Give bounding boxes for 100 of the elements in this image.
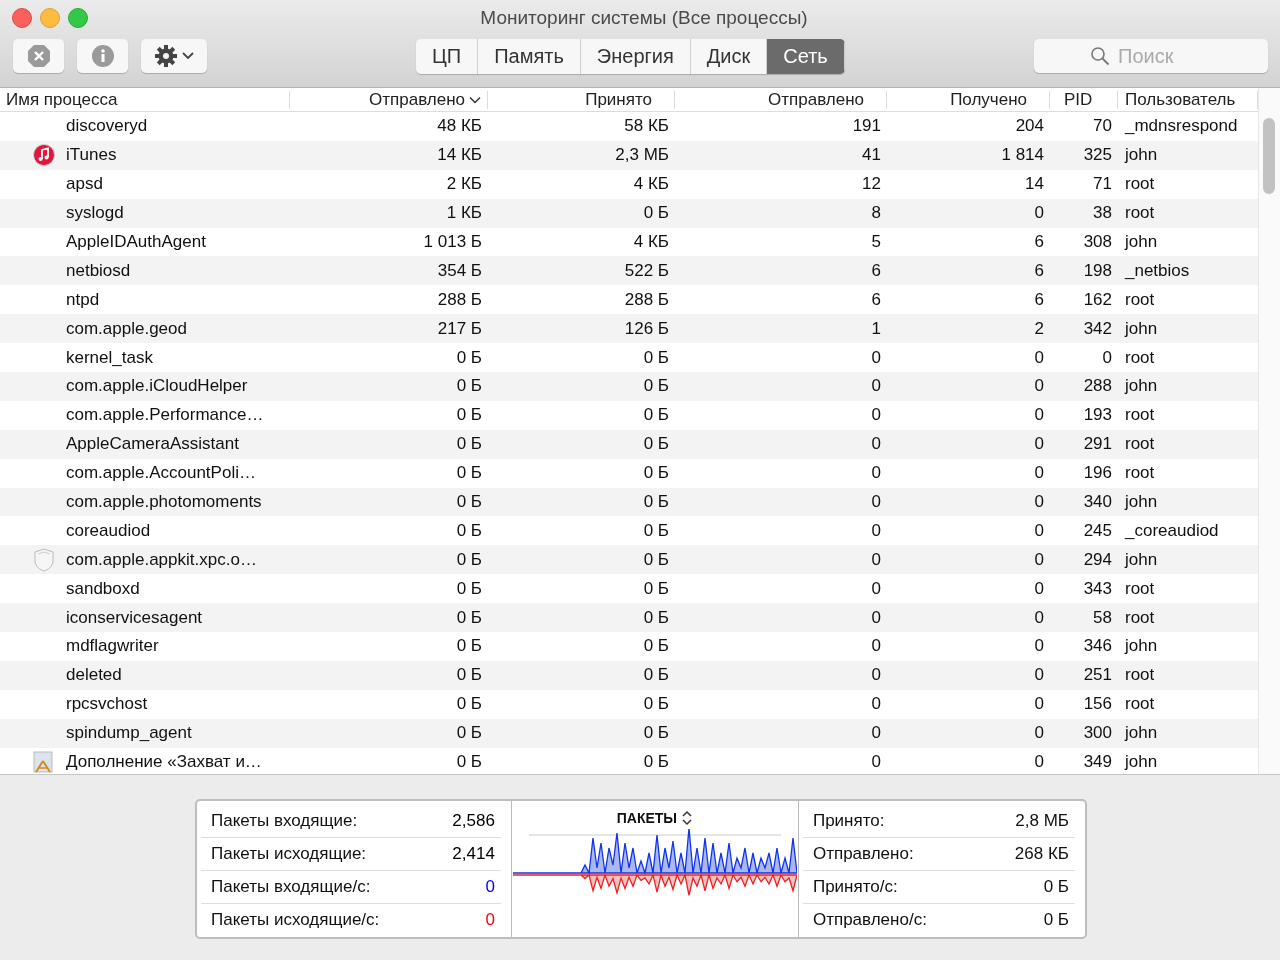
table-row[interactable]: spindump_agent 0 Б 0 Б 0 0 300 john xyxy=(0,718,1258,748)
tab[interactable]: Энергия xyxy=(580,38,691,74)
table-cell: 0 xyxy=(871,549,881,570)
table-cell: 349 xyxy=(1083,752,1112,773)
table-cell: 0 Б xyxy=(456,405,482,426)
table-cell: 0 Б xyxy=(643,492,669,512)
table-cell: root xyxy=(1125,578,1155,599)
close-window-button[interactable] xyxy=(12,8,32,28)
column-header[interactable]: Принято xyxy=(488,91,675,109)
zoom-window-button[interactable] xyxy=(68,8,88,28)
stat-value: 0 Б xyxy=(1043,910,1069,930)
table-cell: 4 КБ xyxy=(633,232,669,252)
table-cell: 0 Б xyxy=(643,665,669,686)
table-row[interactable]: AppleCameraAssistant 0 Б 0 Б 0 0 291 root xyxy=(0,429,1258,459)
process-name: com.apple.iCloudHelper xyxy=(66,376,248,397)
table-cell: john xyxy=(1125,723,1158,744)
table-cell: john xyxy=(1125,376,1158,397)
table-cell: 0 xyxy=(871,723,881,744)
table-cell: 196 xyxy=(1083,463,1112,484)
table-cell: 0 Б xyxy=(643,636,669,657)
table-cell: john xyxy=(1125,492,1158,512)
process-name: iTunes xyxy=(66,145,117,166)
table-cell: 0 xyxy=(1034,549,1044,570)
table-row[interactable]: netbiosd 354 Б 522 Б 6 6 198 _netbios xyxy=(0,256,1258,286)
table-cell: 0 Б xyxy=(643,405,669,426)
table-cell: 0 Б xyxy=(456,752,482,773)
table-cell: 288 Б xyxy=(437,289,482,310)
column-header[interactable]: Отправлено xyxy=(290,91,488,109)
scrollbar-thumb[interactable] xyxy=(1263,118,1275,194)
column-header[interactable]: Получено xyxy=(887,91,1050,109)
table-row[interactable]: com.apple.Performance… 0 Б 0 Б 0 0 193 root xyxy=(0,400,1258,430)
window-title: Мониторинг системы (Все процессы) xyxy=(479,7,809,29)
table-cell: 5 xyxy=(871,232,881,252)
table-row[interactable]: sandboxd 0 Б 0 Б 0 0 343 root xyxy=(0,574,1258,604)
process-name: netbiosd xyxy=(66,260,131,281)
table-cell: 0 Б xyxy=(456,607,482,628)
table-cell: 0 xyxy=(1034,347,1044,368)
table-row[interactable]: kernel_task 0 Б 0 Б 0 0 0 root xyxy=(0,343,1258,372)
search-field[interactable]: Поиск xyxy=(1034,39,1268,73)
table-cell: 0 Б xyxy=(456,665,482,686)
tab[interactable]: Память xyxy=(478,38,581,74)
table-cell: john xyxy=(1125,752,1158,773)
table-row[interactable]: com.apple.appkit.xpc.o… 0 Б 0 Б 0 0 294 john xyxy=(0,545,1258,575)
info-icon xyxy=(90,44,115,68)
caret-icon xyxy=(182,52,194,60)
table-row[interactable]: Дополнение «Захват и… 0 Б 0 Б 0 0 349 john xyxy=(0,747,1258,777)
stat-label: Принято/с: xyxy=(812,877,898,897)
table-row[interactable]: apsd 2 КБ 4 КБ 12 14 71 root xyxy=(0,169,1258,199)
table-cell: 0 Б xyxy=(643,723,669,744)
table-cell: 2 xyxy=(1034,318,1044,339)
table-cell: 1 КБ xyxy=(446,203,482,224)
column-header[interactable]: Отправлено xyxy=(675,91,887,109)
graph-title[interactable]: ПАКЕТЫ xyxy=(616,810,678,826)
table-cell: 0 xyxy=(1034,492,1044,512)
tab[interactable]: Сеть xyxy=(767,38,845,74)
process-name: com.apple.photomoments xyxy=(66,492,262,512)
table-cell: 0 xyxy=(871,434,881,455)
table-row[interactable]: com.apple.iCloudHelper 0 Б 0 Б 0 0 288 john xyxy=(0,372,1258,401)
process-name: discoveryd xyxy=(66,116,148,137)
process-name: spindump_agent xyxy=(66,723,192,744)
minimize-window-button[interactable] xyxy=(40,8,60,28)
tab[interactable]: ЦП xyxy=(416,38,479,74)
table-cell: _coreaudiod xyxy=(1125,520,1219,541)
table-row[interactable]: coreaudiod 0 Б 0 Б 0 0 245 _coreaudiod xyxy=(0,516,1258,546)
table-row[interactable]: com.apple.photomoments 0 Б 0 Б 0 0 340 john xyxy=(0,487,1258,517)
table-row[interactable]: ntpd 288 Б 288 Б 6 6 162 root xyxy=(0,285,1258,315)
tab[interactable]: Диск xyxy=(690,38,768,74)
table-row[interactable]: com.apple.AccountPoli… 0 Б 0 Б 0 0 196 root xyxy=(0,458,1258,488)
table-cell: 12 xyxy=(862,174,881,195)
table-row[interactable]: deleted 0 Б 0 Б 0 0 251 root xyxy=(0,660,1258,690)
table-row[interactable]: AppleIDAuthAgent 1 013 Б 4 КБ 5 6 308 john xyxy=(0,227,1258,257)
table-cell: 58 КБ xyxy=(624,116,669,137)
stat-label: Отправлено: xyxy=(812,844,914,864)
process-name: AppleCameraAssistant xyxy=(66,434,239,455)
stop-process-button[interactable] xyxy=(13,39,64,73)
process-name: com.apple.geod xyxy=(66,318,187,339)
column-header[interactable]: Имя процесса xyxy=(0,91,290,109)
gear-menu-button[interactable] xyxy=(141,39,207,73)
stat-value: 0 Б xyxy=(1043,877,1069,897)
table-row[interactable]: iconservicesagent 0 Б 0 Б 0 0 58 root xyxy=(0,603,1258,633)
info-button[interactable] xyxy=(77,39,128,73)
table-cell: root xyxy=(1125,665,1155,686)
table-cell: 0 Б xyxy=(643,694,669,715)
table-row[interactable]: rpcsvchost 0 Б 0 Б 0 0 156 root xyxy=(0,689,1258,719)
table-cell: 0 Б xyxy=(456,463,482,484)
table-row[interactable]: com.apple.geod 217 Б 126 Б 1 2 342 john xyxy=(0,314,1258,344)
table-cell: 0 Б xyxy=(643,752,669,773)
table-row[interactable]: discoveryd 48 КБ 58 КБ 191 204 70 _mdnsrespond xyxy=(0,112,1258,141)
table-row[interactable]: iTunes 14 КБ 2,3 МБ 41 1 814 325 john xyxy=(0,140,1258,170)
table-cell: 0 Б xyxy=(456,347,482,368)
table-row[interactable]: mdflagwriter 0 Б 0 Б 0 0 346 john xyxy=(0,632,1258,661)
table-cell: 0 xyxy=(1102,347,1112,368)
table-cell: 1 xyxy=(871,318,881,339)
table-cell: 0 xyxy=(871,665,881,686)
table-cell: 0 xyxy=(1034,723,1044,744)
table-cell: 8 xyxy=(871,203,881,224)
table-cell: 0 Б xyxy=(643,376,669,397)
table-row[interactable]: syslogd 1 КБ 0 Б 8 0 38 root xyxy=(0,198,1258,228)
column-header[interactable]: PID xyxy=(1050,91,1118,109)
table-cell: 1 013 Б xyxy=(423,232,482,252)
